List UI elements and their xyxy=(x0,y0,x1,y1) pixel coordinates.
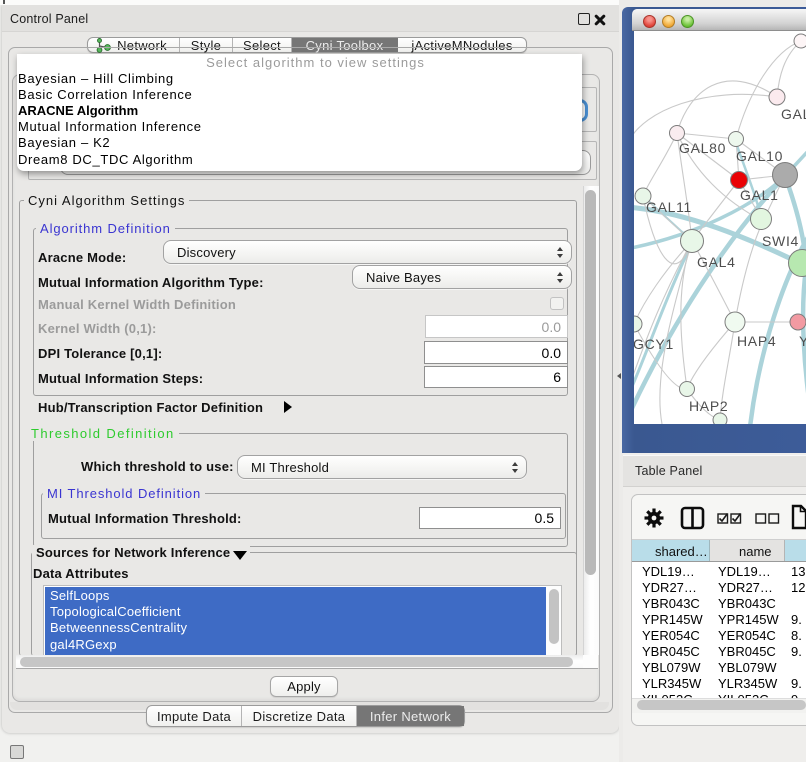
svg-text:GAL11: GAL11 xyxy=(646,199,692,215)
svg-text:GAL80: GAL80 xyxy=(679,140,726,156)
svg-text:Y: Y xyxy=(799,333,806,349)
svg-text:GAL4: GAL4 xyxy=(697,254,736,270)
svg-text:HAP2: HAP2 xyxy=(689,398,728,414)
svg-text:GAL7: GAL7 xyxy=(781,106,806,122)
svg-text:HAP4: HAP4 xyxy=(737,333,776,349)
svg-text:GAL10: GAL10 xyxy=(736,148,783,164)
svg-text:SWI4: SWI4 xyxy=(762,233,799,249)
svg-text:GAL1: GAL1 xyxy=(740,187,779,203)
svg-text:GCY1: GCY1 xyxy=(634,336,674,352)
